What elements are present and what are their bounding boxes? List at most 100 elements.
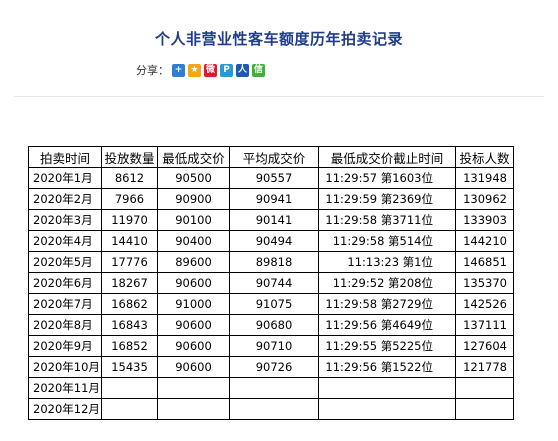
table-header-row: 拍卖时间 投放数量 最低成交价 平均成交价 最低成交价截止时间 投标人数 <box>28 146 514 168</box>
min-price-cell: 90400 <box>157 230 230 252</box>
auction-month-cell: 2020年3月 <box>28 209 102 231</box>
bidders-cell: 131948 <box>455 167 514 189</box>
quota-cell: 8612 <box>101 167 158 189</box>
column-header: 投放数量 <box>101 146 158 168</box>
min-price-cell: 90600 <box>157 314 230 336</box>
quota-cell: 16852 <box>101 335 158 357</box>
bidders-cell: 130962 <box>455 188 514 210</box>
quota-cell <box>101 398 158 420</box>
share-more-icon[interactable]: + <box>172 63 185 77</box>
bidders-cell: 142526 <box>455 293 514 315</box>
cutoff-time-cell: 11:29:56 第4649位 <box>318 314 456 336</box>
avg-price-cell: 90141 <box>229 209 319 231</box>
auction-month-cell: 2020年2月 <box>28 188 102 210</box>
quota-cell: 14410 <box>101 230 158 252</box>
quota-cell: 11970 <box>101 209 158 231</box>
column-header: 最低成交价截止时间 <box>318 146 456 168</box>
weibo-icon[interactable]: 微 <box>204 63 217 77</box>
cutoff-time-cell <box>318 398 456 420</box>
auction-month-cell: 2020年9月 <box>28 335 102 357</box>
min-price-cell: 90500 <box>157 167 230 189</box>
table-row: 2020年4月 14410 90400 90494 11:29:58 第514位 1442… <box>28 230 514 252</box>
bidders-cell: 135370 <box>455 272 514 294</box>
avg-price-cell: 90744 <box>229 272 319 294</box>
table-row: 2020年12月 <box>28 398 514 420</box>
auction-month-cell: 2020年10月 <box>28 356 102 378</box>
column-header: 最低成交价 <box>157 146 230 168</box>
auction-month-cell: 2020年7月 <box>28 293 102 315</box>
quota-cell: 7966 <box>101 188 158 210</box>
cutoff-time-cell: 11:29:58 第2729位 <box>318 293 456 315</box>
column-header: 平均成交价 <box>229 146 319 168</box>
share-label: 分享： <box>136 64 169 77</box>
avg-price-cell: 90941 <box>229 188 319 210</box>
avg-price-cell: 90726 <box>229 356 319 378</box>
cutoff-time-cell: 11:29:57 第1603位 <box>318 167 456 189</box>
quota-cell: 16843 <box>101 314 158 336</box>
auction-records-table: 拍卖时间 投放数量 最低成交价 平均成交价 最低成交价截止时间 投标人数 2020年1月 8… <box>28 146 514 420</box>
min-price-cell: 90100 <box>157 209 230 231</box>
cutoff-time-cell: 11:29:58 第3711位 <box>318 209 456 231</box>
wechat-icon[interactable]: 信 <box>252 63 265 77</box>
column-header: 拍卖时间 <box>28 146 102 168</box>
min-price-cell: 90900 <box>157 188 230 210</box>
table-row: 2020年1月 8612 90500 90557 11:29:57 第1603位 1319… <box>28 167 514 189</box>
table-row: 2020年11月 <box>28 377 514 399</box>
renren-icon[interactable]: 人 <box>236 63 249 77</box>
auction-month-cell: 2020年4月 <box>28 230 102 252</box>
page-title: 个人非营业性客车额度历年拍卖记录 <box>154 30 403 48</box>
auction-month-cell: 2020年8月 <box>28 314 102 336</box>
auction-month-cell: 2020年6月 <box>28 272 102 294</box>
min-price-cell: 90600 <box>157 272 230 294</box>
cutoff-time-cell: 11:29:58 第514位 <box>318 230 456 252</box>
avg-price-cell: 90680 <box>229 314 319 336</box>
avg-price-cell: 90710 <box>229 335 319 357</box>
table-row: 2020年6月 18267 90600 90744 11:29:52 第208位 1353… <box>28 272 514 294</box>
bidders-cell: 133903 <box>455 209 514 231</box>
quota-cell: 15435 <box>101 356 158 378</box>
auction-month-cell: 2020年12月 <box>28 398 102 420</box>
bidders-cell: 121778 <box>455 356 514 378</box>
table-row: 2020年5月 17776 89600 89818 11:13:23 第1位 146851 <box>28 251 514 273</box>
quota-cell: 18267 <box>101 272 158 294</box>
bidders-cell: 127604 <box>455 335 514 357</box>
avg-price-cell <box>229 398 319 420</box>
bidders-cell: 146851 <box>455 251 514 273</box>
cutoff-time-cell: 11:29:59 第2369位 <box>318 188 456 210</box>
min-price-cell: 91000 <box>157 293 230 315</box>
table-row: 2020年10月 15435 90600 90726 11:29:56 第1522位 12… <box>28 356 514 378</box>
quota-cell <box>101 377 158 399</box>
auction-month-cell: 2020年5月 <box>28 251 102 273</box>
avg-price-cell: 89818 <box>229 251 319 273</box>
bidders-cell: 144210 <box>455 230 514 252</box>
table-row: 2020年9月 16852 90600 90710 11:29:55 第5225位 127… <box>28 335 514 357</box>
bidders-cell <box>455 377 514 399</box>
table-row: 2020年2月 7966 90900 90941 11:29:59 第2369位 1309… <box>28 188 514 210</box>
cutoff-time-cell <box>318 377 456 399</box>
avg-price-cell: 90494 <box>229 230 319 252</box>
cutoff-time-cell: 11:13:23 第1位 <box>318 251 456 273</box>
table-body: 2020年1月 8612 90500 90557 11:29:57 第1603位 1319… <box>28 167 514 420</box>
divider <box>14 96 544 97</box>
min-price-cell: 90600 <box>157 356 230 378</box>
cutoff-time-cell: 11:29:56 第1522位 <box>318 356 456 378</box>
avg-price-cell: 91075 <box>229 293 319 315</box>
cutoff-time-cell: 11:29:55 第5225位 <box>318 335 456 357</box>
share-icons: + ★ 微 P 人信 <box>172 63 268 77</box>
min-price-cell: 89600 <box>157 251 230 273</box>
page: 个人非营业性客车额度历年拍卖记录 分享： + ★ 微 P 人信 拍卖时间 投放数量 最低成交… <box>0 0 558 441</box>
avg-price-cell <box>229 377 319 399</box>
auction-month-cell: 2020年1月 <box>28 167 102 189</box>
avg-price-cell: 90557 <box>229 167 319 189</box>
table-row: 2020年8月 16843 90600 90680 11:29:56 第4649位 137… <box>28 314 514 336</box>
tencent-weibo-icon[interactable]: P <box>220 63 233 77</box>
quota-cell: 16862 <box>101 293 158 315</box>
table-row: 2020年7月 16862 91000 91075 11:29:58 第2729位 142… <box>28 293 514 315</box>
cutoff-time-cell: 11:29:52 第208位 <box>318 272 456 294</box>
qzone-icon[interactable]: ★ <box>188 63 201 77</box>
min-price-cell: 90600 <box>157 335 230 357</box>
table-row: 2020年3月 11970 90100 90141 11:29:58 第3711位 133… <box>28 209 514 231</box>
bidders-cell <box>455 398 514 420</box>
auction-month-cell: 2020年11月 <box>28 377 102 399</box>
share-bar: 分享： + ★ 微 P 人信 <box>136 62 268 78</box>
